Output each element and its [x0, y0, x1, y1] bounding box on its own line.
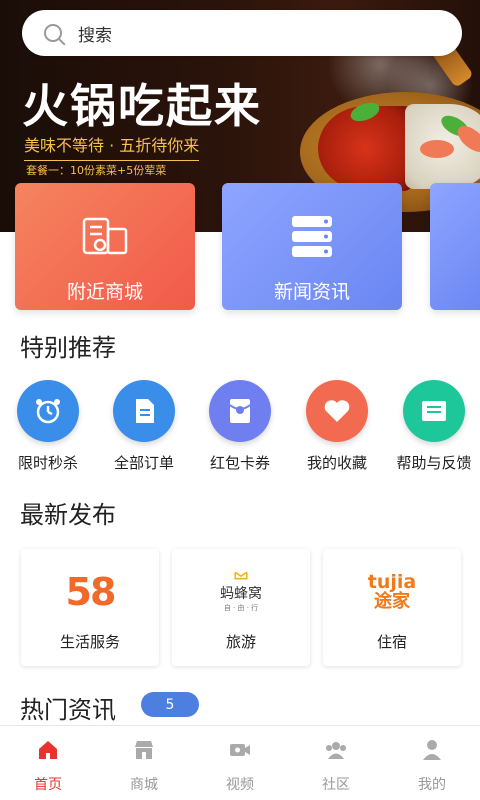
travel-card[interactable]: 蚂蜂窝 自 · 由 · 行 旅游 — [172, 549, 310, 666]
tab-me-label: 我的 — [418, 777, 446, 793]
mafengwo-logo-text: 蚂蜂窝 — [220, 586, 262, 602]
special-section-title: 特别推荐 — [20, 334, 116, 362]
nearby-mall-label: 附近商城 — [66, 281, 143, 303]
nearby-mall-card[interactable]: 附近商城 — [15, 183, 195, 310]
shrimp-decoration — [420, 140, 454, 158]
red-envelope-icon — [209, 380, 271, 442]
tab-mall-label: 商城 — [130, 777, 158, 793]
banner-title: 火锅吃起来 — [22, 79, 262, 133]
map-store-icon — [82, 217, 128, 255]
58-logo: 58 — [65, 570, 117, 614]
mail-icon — [403, 380, 465, 442]
latest-section-title: 最新发布 — [20, 501, 116, 529]
hot-count-badge: 5 — [141, 692, 199, 717]
user-icon — [423, 740, 441, 760]
banner-note: 套餐一：10份素菜+5份荤菜 — [26, 164, 167, 177]
home-icon — [39, 741, 57, 759]
hot-section-title: 热门资讯 — [20, 696, 116, 724]
bottom-tab-bar: 首页 商城 视频 社区 我的 — [0, 725, 480, 800]
tab-video-label: 视频 — [226, 777, 254, 793]
community-icon — [326, 742, 346, 759]
favorites-label: 我的收藏 — [306, 454, 367, 472]
life-service-label: 生活服务 — [59, 633, 120, 651]
flash-sale-item[interactable]: 限时秒杀 — [8, 380, 88, 473]
tab-video[interactable]: 视频 — [192, 726, 288, 800]
coupons-item[interactable]: 红包卡券 — [200, 380, 280, 473]
banner-subtitle: 美味不等待 · 五折待你来 — [24, 132, 200, 161]
tab-home[interactable]: 首页 — [0, 726, 96, 800]
life-service-card[interactable]: 58 生活服务 — [21, 549, 159, 666]
tab-mall[interactable]: 商城 — [96, 726, 192, 800]
tujia-logo-text: tujia — [367, 570, 417, 593]
search-bar[interactable]: 搜索 — [22, 10, 462, 56]
next-card-peek[interactable] — [430, 183, 480, 310]
video-icon — [230, 744, 250, 756]
tujia-logo: tujia 途家 — [368, 571, 416, 613]
flash-sale-label: 限时秒杀 — [17, 454, 78, 472]
mafengwo-logo-sub: 自 · 由 · 行 — [223, 604, 259, 612]
lodging-card[interactable]: tujia 途家 住宿 — [323, 549, 461, 666]
news-card[interactable]: 新闻资讯 — [222, 183, 402, 310]
coupons-label: 红包卡券 — [209, 454, 270, 472]
all-orders-label: 全部订单 — [113, 454, 174, 472]
travel-label: 旅游 — [225, 633, 256, 651]
tab-home-label: 首页 — [34, 777, 62, 793]
search-placeholder: 搜索 — [78, 25, 112, 46]
mafengwo-logo: 蚂蜂窝 自 · 由 · 行 — [220, 571, 262, 613]
news-label: 新闻资讯 — [273, 281, 350, 303]
favorites-item[interactable]: 我的收藏 — [297, 380, 377, 473]
heart-icon — [306, 380, 368, 442]
tujia-logo-sub: 途家 — [374, 590, 410, 612]
server-list-icon — [292, 216, 332, 257]
store-icon — [135, 741, 153, 759]
lodging-label: 住宿 — [376, 633, 407, 651]
tab-community-label: 社区 — [322, 777, 350, 793]
document-icon — [113, 380, 175, 442]
search-icon — [44, 24, 62, 42]
help-feedback-label: 帮助与反馈 — [396, 454, 472, 472]
mafengwo-mark-icon — [234, 571, 248, 580]
58-logo-text: 58 — [65, 570, 117, 614]
all-orders-item[interactable]: 全部订单 — [104, 380, 184, 473]
tab-community[interactable]: 社区 — [288, 726, 384, 800]
tab-me[interactable]: 我的 — [384, 726, 480, 800]
help-feedback-item[interactable]: 帮助与反馈 — [394, 380, 474, 473]
alarm-clock-icon — [17, 380, 79, 442]
